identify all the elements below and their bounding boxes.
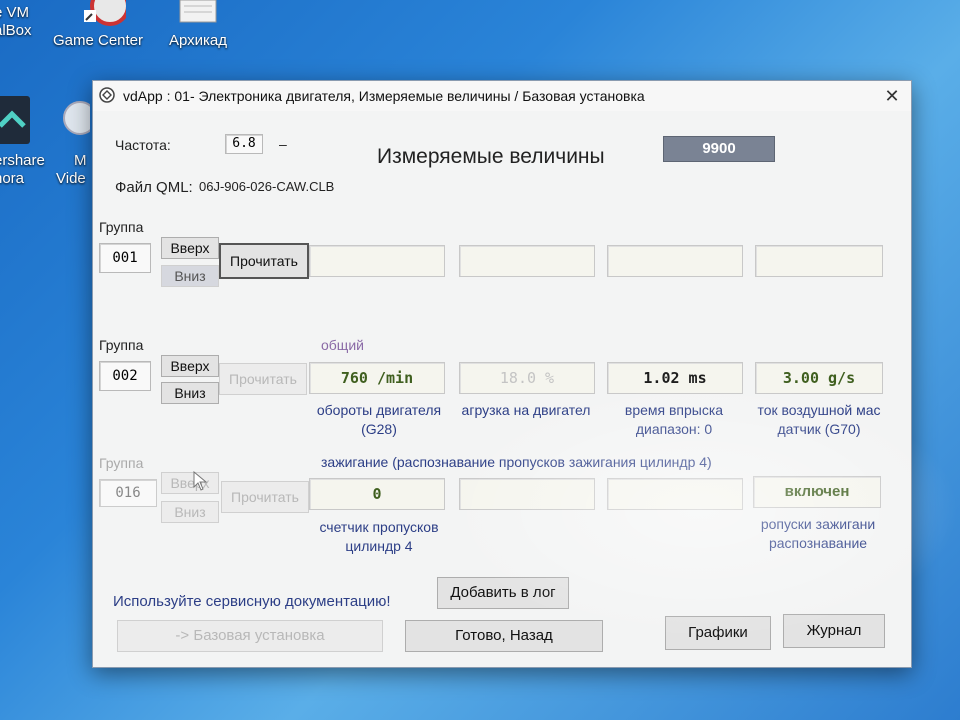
- desktop-icon-virtualbox-label-1: e VM: [0, 4, 30, 21]
- qml-label: Файл QML:: [115, 179, 193, 196]
- group-016-caption-4: ропуски зажигани распознавание: [747, 515, 889, 553]
- group-001-value-4: [755, 245, 883, 277]
- group-002-caption-3-text: время впрыска диапазон: 0: [624, 402, 724, 437]
- group-002-caption-1: обороты двигателя (G28): [305, 401, 453, 439]
- group-002-title: общий: [321, 337, 364, 353]
- group-002-caption-3: время впрыска диапазон: 0: [603, 401, 745, 439]
- desktop-icon-wondershare-label-2: nora: [0, 170, 25, 187]
- archicad-icon: [179, 0, 217, 23]
- page-heading: Измеряемые величины: [377, 145, 605, 168]
- group-001-label: Группа: [99, 219, 144, 235]
- group-001-read-button[interactable]: Прочитать: [219, 243, 309, 279]
- group-016-caption-1-text: счетчик пропусков цилиндр 4: [319, 519, 439, 554]
- group-002-value-1: 760 /min: [309, 362, 445, 394]
- group-002-number[interactable]: 002: [99, 361, 151, 391]
- desktop-icon-archicad[interactable]: Архикад: [158, 0, 238, 50]
- group-002-read-button[interactable]: Прочитать: [219, 363, 307, 395]
- desktop-icon-video[interactable]: M Vide: [56, 96, 92, 188]
- mouse-cursor-icon: [193, 471, 207, 491]
- group-001-value-2: [459, 245, 595, 277]
- close-icon: ✕: [884, 86, 900, 106]
- group-002-label: Группа: [99, 337, 144, 353]
- group-016-caption-1: счетчик пропусков цилиндр 4: [305, 518, 453, 556]
- group-001-number[interactable]: 001: [99, 243, 151, 273]
- filmora-icon: [0, 96, 30, 144]
- desktop-icon-game-center[interactable]: Game Center: [50, 0, 146, 50]
- desktop-icon-virtualbox-label-2: alBox: [0, 22, 32, 39]
- group-002-value-4: 3.00 g/s: [755, 362, 883, 394]
- group-002-caption-2: агрузка на двигател: [455, 401, 597, 420]
- group-016-read-button[interactable]: Прочитать: [221, 481, 309, 513]
- group-002-value-2: 18.0 %: [459, 362, 595, 394]
- desktop-icon-video-label-2: Vide: [56, 170, 86, 187]
- video-icon: [63, 101, 90, 135]
- group-016-value-4: включен: [753, 476, 881, 508]
- done-back-button[interactable]: Готово, Назад: [405, 620, 603, 652]
- vdapp-window: vdApp : 01- Электроника двигателя, Измер…: [92, 80, 912, 668]
- desktop-icon-wondershare-label-1: ershare: [0, 152, 45, 169]
- desktop-icon-wondershare[interactable]: ershare nora: [0, 96, 50, 188]
- group-001-value-1: [309, 245, 445, 277]
- group-016-value-3: [607, 478, 743, 510]
- journal-button[interactable]: Журнал: [783, 614, 885, 648]
- group-002-up-button[interactable]: Вверх: [161, 355, 219, 377]
- close-button[interactable]: ✕: [881, 85, 903, 107]
- group-016-down-button[interactable]: Вниз: [161, 501, 219, 523]
- basic-setting-button[interactable]: -> Базовая установка: [117, 620, 383, 652]
- window-title: vdApp : 01- Электроника двигателя, Измер…: [123, 88, 645, 104]
- group-016-caption-4-text: ропуски зажигани распознавание: [760, 516, 876, 551]
- group-002-caption-2-text: агрузка на двигател: [461, 402, 591, 418]
- group-002-down-button[interactable]: Вниз: [161, 382, 219, 404]
- desktop-icon-game-center-label: Game Center: [52, 32, 144, 49]
- group-016-title: зажигание (распознавание пропусков зажиг…: [321, 454, 712, 470]
- group-016-value-1: 0: [309, 478, 445, 510]
- desktop-icon-video-label-1: M: [74, 152, 87, 169]
- qml-file: 06J-906-026-CAW.CLB: [199, 179, 335, 194]
- frequency-dash: –: [279, 136, 287, 152]
- group-016-value-2: [459, 478, 595, 510]
- group-016-label: Группа: [99, 455, 144, 471]
- group-002-caption-4-text: ток воздушной мас датчик (G70): [757, 402, 881, 437]
- service-documentation-note: Используйте сервисную документацию!: [113, 593, 391, 610]
- group-001-down-button[interactable]: Вниз: [161, 265, 219, 287]
- add-to-log-button[interactable]: Добавить в лог: [437, 577, 569, 609]
- group-002-value-3: 1.02 ms: [607, 362, 743, 394]
- desktop-icon-virtualbox[interactable]: e VM alBox: [0, 4, 44, 40]
- frequency-value: 6.8: [225, 134, 263, 154]
- game-center-icon: [84, 0, 126, 26]
- group-002-caption-1-text: обороты двигателя (G28): [316, 402, 442, 437]
- desktop-icon-archicad-label: Архикад: [168, 32, 228, 49]
- group-001-up-button[interactable]: Вверх: [161, 237, 219, 259]
- group-002-caption-4: ток воздушной мас датчик (G70): [749, 401, 889, 439]
- graphs-button[interactable]: Графики: [665, 616, 771, 650]
- frequency-label: Частота:: [115, 137, 171, 153]
- group-016-number[interactable]: 016: [99, 479, 157, 507]
- group-016-up-button[interactable]: Вверх: [161, 472, 219, 494]
- group-001-value-3: [607, 245, 743, 277]
- counter-value: 9900: [663, 136, 775, 162]
- window-titlebar[interactable]: vdApp : 01- Электроника двигателя, Измер…: [93, 81, 911, 111]
- app-icon: [99, 87, 115, 103]
